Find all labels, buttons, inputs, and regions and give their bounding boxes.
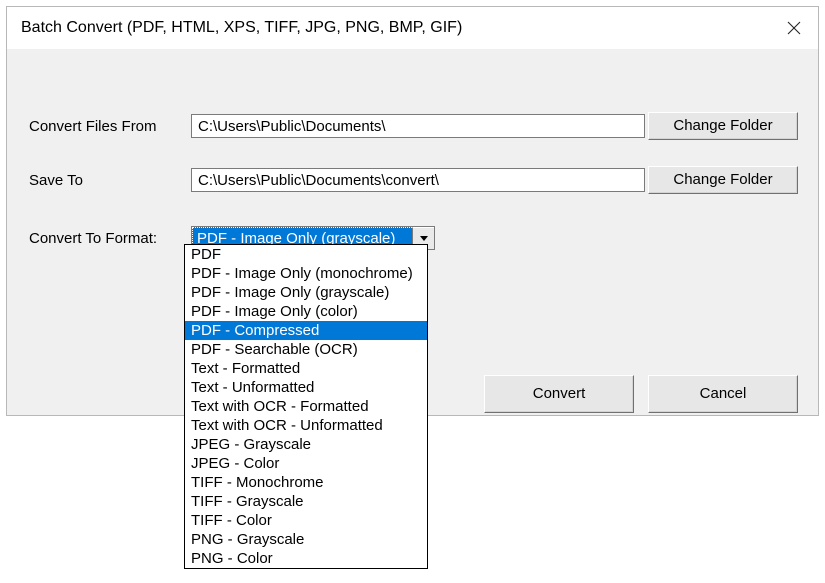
format-option[interactable]: PDF - Image Only (monochrome) [185,264,427,283]
format-option[interactable]: PNG - Grayscale [185,530,427,549]
format-option[interactable]: Text - Unformatted [185,378,427,397]
window-title: Batch Convert (PDF, HTML, XPS, TIFF, JPG… [21,19,462,37]
format-option[interactable]: Text - Formatted [185,359,427,378]
format-option[interactable]: PDF - Searchable (OCR) [185,340,427,359]
input-save-to[interactable] [191,168,645,192]
change-folder-from-button[interactable]: Change Folder [648,112,798,140]
cancel-button[interactable]: Cancel [648,375,798,413]
format-option[interactable]: PDF - Image Only (grayscale) [185,283,427,302]
change-folder-save-button[interactable]: Change Folder [648,166,798,194]
input-convert-from[interactable] [191,114,645,138]
row-convert-from: Convert Files From Change Folder [29,113,802,139]
format-option[interactable]: PDF [185,245,427,264]
format-option[interactable]: TIFF - Color [185,511,427,530]
format-option[interactable]: PDF - Image Only (color) [185,302,427,321]
action-button-row: Convert Cancel [484,375,798,413]
format-option[interactable]: TIFF - Grayscale [185,492,427,511]
format-option[interactable]: Text with OCR - Unformatted [185,416,427,435]
close-button[interactable] [770,7,818,49]
label-convert-from: Convert Files From [29,118,191,135]
label-convert-format: Convert To Format: [29,230,191,247]
format-option[interactable]: TIFF - Monochrome [185,473,427,492]
format-option[interactable]: Text with OCR - Formatted [185,397,427,416]
format-option[interactable]: JPEG - Color [185,454,427,473]
title-bar: Batch Convert (PDF, HTML, XPS, TIFF, JPG… [7,7,818,49]
close-icon [787,21,801,35]
row-save-to: Save To Change Folder [29,167,802,193]
format-option[interactable]: PNG - Color [185,549,427,568]
format-option[interactable]: PDF - Compressed [185,321,427,340]
chevron-down-icon [420,236,428,242]
format-option[interactable]: JPEG - Grayscale [185,435,427,454]
convert-button[interactable]: Convert [484,375,634,413]
label-save-to: Save To [29,172,191,189]
format-dropdown-list[interactable]: PDFPDF - Image Only (monochrome)PDF - Im… [184,244,428,569]
